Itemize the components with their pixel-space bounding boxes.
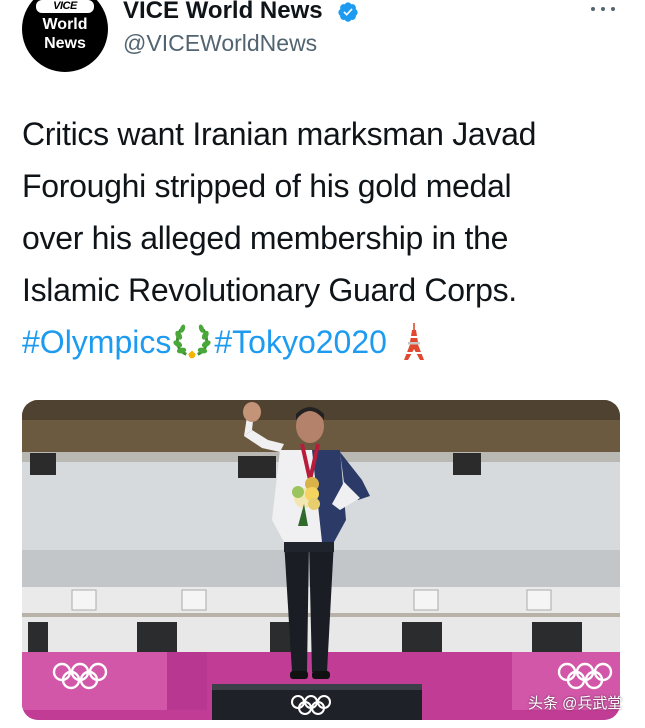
tweet-header: VICE World News VICE World News @VICEWor… [0,0,645,80]
author-avatar[interactable]: VICE World News [22,0,108,72]
tweet-media-photo[interactable] [22,400,620,720]
author-handle[interactable]: @VICEWorldNews [123,29,317,57]
author-display-name[interactable]: VICE World News [123,0,323,25]
hashtag-tokyo2020[interactable]: #Tokyo2020 [214,324,387,360]
more-dots-icon[interactable] [590,2,616,16]
tweet-text-line: over his alleged membership in the [22,220,509,256]
tweet-text: Critics want Iranian marksman Javad Foro… [22,108,622,316]
screen-left [30,453,56,475]
tweet-text-line: Critics want Iranian marksman Javad [22,116,537,152]
tweet-text-line: Islamic Revolutionary Guard Corps. [22,272,517,308]
olympic-wreath-emoji [173,324,211,359]
avatar-logo-line1: World [42,16,88,33]
hashtag-olympics[interactable]: #Olympics [22,324,171,360]
hashtag-row: #Olympics #Tokyo2020 [22,316,427,368]
tokyo-tower-emoji [403,323,424,360]
avatar-logo-line2: News [44,35,86,52]
medal-podium-photo [22,400,620,720]
verified-badge-icon [338,2,358,22]
tweet-text-line: Foroughi stripped of his gold medal [22,168,512,204]
avatar-logo-text: VICE [36,0,94,13]
watermark: 头条 @兵武堂 [528,695,623,712]
